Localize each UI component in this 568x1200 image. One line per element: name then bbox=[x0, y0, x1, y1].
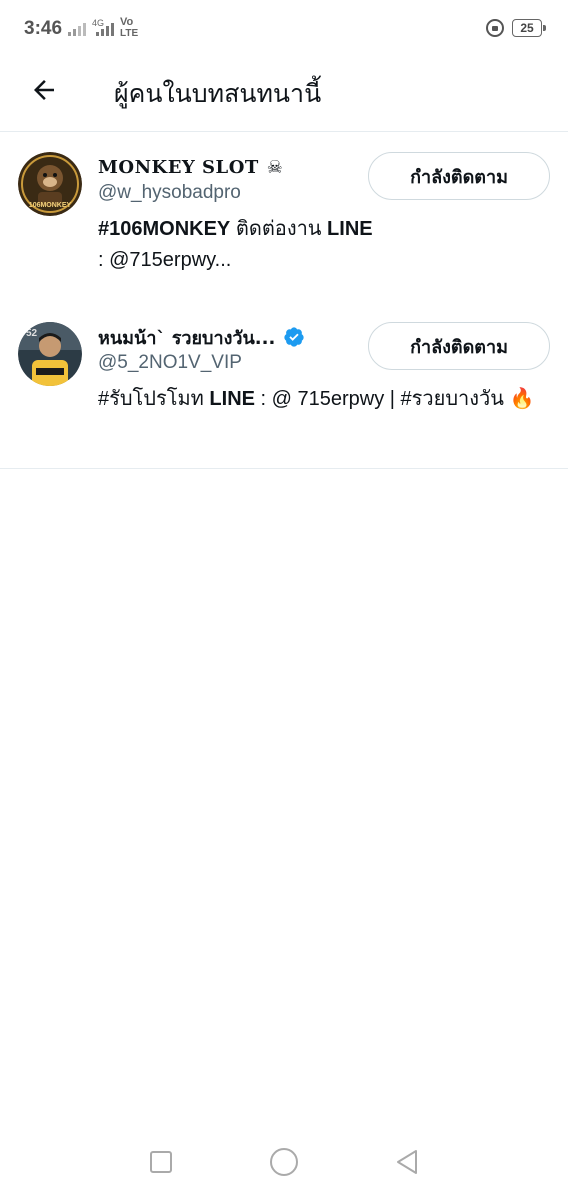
back-button[interactable] bbox=[26, 72, 62, 108]
user-row[interactable]: 52 หนมน้า` รวยบางวัน... @5_2NO1V_VIP #รั… bbox=[0, 302, 568, 468]
home-button[interactable] bbox=[264, 1142, 304, 1182]
user-row[interactable]: 106MONKEY MONKEY SLOT ☠ @w_hysobadpro #1… bbox=[0, 132, 568, 302]
user-name: MONKEY SLOT bbox=[98, 156, 259, 178]
bio-text-rest: : @ 715erpwy | #รวยบางวัน bbox=[254, 388, 504, 410]
bio-line-label: LINE bbox=[327, 218, 373, 240]
monkey-avatar-image: 106MONKEY bbox=[18, 152, 82, 216]
arrow-left-icon bbox=[34, 80, 54, 100]
status-bar: 3:46 4G Vo LTE 25 bbox=[0, 0, 568, 58]
battery-level: 25 bbox=[520, 21, 534, 35]
bio-hashtag[interactable]: #รับโปรโมท bbox=[98, 388, 204, 410]
battery-icon: 25 bbox=[512, 19, 546, 37]
fire-emoji: 🔥 bbox=[509, 388, 535, 410]
bio-text: ติดต่องาน bbox=[230, 218, 328, 240]
user-bio: #106MONKEY ติดต่องาน LINE : @715erpwy... bbox=[98, 214, 548, 276]
user-name: หนมน้า` รวยบางวัน... bbox=[98, 327, 276, 349]
skull-emoji: ☠ bbox=[266, 156, 283, 178]
bio-hashtag[interactable]: #106MONKEY bbox=[98, 218, 230, 240]
person-avatar-image: 52 bbox=[18, 322, 82, 386]
square-icon bbox=[150, 1151, 173, 1173]
header: ผู้คนในบทสนทนานี้ bbox=[0, 58, 568, 132]
avatar-text: 106MONKEY bbox=[29, 202, 72, 209]
lte-label: LTE bbox=[120, 28, 139, 39]
user-list: 106MONKEY MONKEY SLOT ☠ @w_hysobadpro #1… bbox=[0, 132, 568, 469]
triangle-back-icon bbox=[396, 1150, 417, 1174]
system-nav-bar bbox=[0, 1124, 568, 1200]
bio-line-label: LINE bbox=[209, 388, 255, 410]
status-right: 25 bbox=[486, 19, 546, 37]
page-title: ผู้คนในบทสนทนานี้ bbox=[114, 79, 322, 108]
circle-icon bbox=[269, 1148, 298, 1176]
volte-label: Vo bbox=[120, 16, 134, 28]
following-button[interactable]: กำลังติดตาม bbox=[368, 322, 550, 370]
following-button[interactable]: กำลังติดตาม bbox=[368, 152, 550, 200]
recents-button[interactable] bbox=[141, 1142, 181, 1182]
avatar[interactable]: 52 bbox=[18, 322, 82, 386]
back-nav-button[interactable] bbox=[387, 1142, 427, 1182]
verified-badge-icon bbox=[284, 327, 304, 347]
user-bio: #รับโปรโมท LINE : @ 715erpwy | #รวยบางวั… bbox=[98, 384, 548, 415]
avatar-text: 52 bbox=[26, 328, 38, 339]
signal-strength-icon-2 bbox=[96, 22, 114, 36]
rotation-lock-icon bbox=[486, 19, 504, 37]
bio-text-rest: : @715erpwy... bbox=[98, 249, 232, 271]
status-time: 3:46 bbox=[24, 18, 63, 39]
signal-strength-icon bbox=[68, 22, 86, 36]
avatar[interactable]: 106MONKEY bbox=[18, 152, 82, 216]
